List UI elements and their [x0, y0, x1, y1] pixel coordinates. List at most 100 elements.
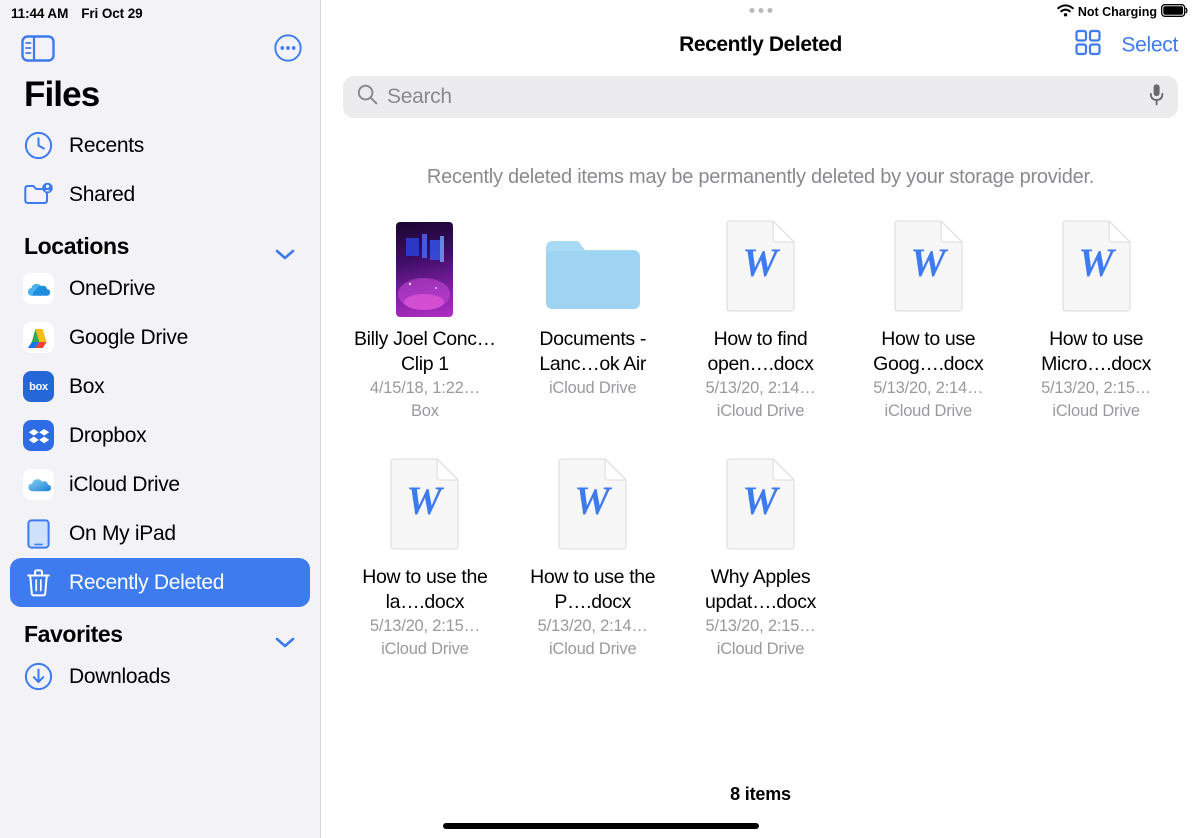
sidebar-item-label: iCloud Drive [69, 472, 180, 496]
word-document-icon: W [725, 219, 796, 317]
sidebar-top-list: Recents Shared [0, 121, 320, 219]
sidebar-item-on-my-ipad[interactable]: On My iPad [10, 509, 310, 558]
file-item[interactable]: W How to find open….docx 5/13/20, 2:14… … [677, 213, 845, 423]
sidebar-item-label: Recents [69, 133, 144, 157]
word-document-icon: W [725, 457, 796, 555]
file-date: 4/15/18, 1:22… [369, 379, 480, 397]
search-bar[interactable]: Search [343, 76, 1178, 118]
microphone-icon[interactable] [1149, 83, 1164, 111]
file-grid: Billy Joel Conc…Clip 1 4/15/18, 1:22… Bo… [321, 189, 1200, 661]
main-toolbar: Recently Deleted Select [321, 22, 1200, 68]
svg-text:W: W [742, 240, 780, 285]
search-icon [357, 84, 378, 110]
sidebar-toolbar [0, 21, 320, 65]
file-thumbnail [396, 213, 454, 317]
file-source: iCloud Drive [1052, 402, 1140, 420]
file-item[interactable]: Billy Joel Conc…Clip 1 4/15/18, 1:22… Bo… [341, 213, 509, 423]
word-document-icon: W [893, 219, 964, 317]
wifi-icon [1057, 4, 1074, 20]
onedrive-icon [22, 272, 55, 305]
sidebar-favorites-list: Downloads [0, 652, 320, 701]
file-thumbnail [544, 213, 642, 317]
file-name: Why Apples updat….docx [704, 566, 817, 613]
video-thumbnail [396, 222, 454, 317]
battery-status-label: Not Charging [1077, 5, 1157, 19]
sidebar-item-label: Downloads [69, 664, 171, 688]
sidebar-item-onedrive[interactable]: OneDrive [10, 264, 310, 313]
clock-icon [22, 129, 55, 162]
battery-icon [1161, 4, 1188, 20]
file-date: 5/13/20, 2:14… [705, 379, 816, 397]
sidebar-item-recently-deleted[interactable]: Recently Deleted [10, 558, 310, 607]
toolbar-actions: Select [1075, 29, 1178, 61]
file-name: Documents - Lanc…ok Air [539, 328, 647, 375]
sidebar-section-locations[interactable]: Locations [0, 219, 320, 264]
sidebar-item-google-drive[interactable]: Google Drive [10, 313, 310, 362]
file-name: How to use the la….docx [362, 566, 488, 613]
main-page-title: Recently Deleted [679, 33, 842, 56]
word-document-icon: W [1061, 219, 1132, 317]
file-source: iCloud Drive [381, 640, 469, 658]
sidebar-section-favorites[interactable]: Favorites [0, 607, 320, 652]
sidebar-item-label: Dropbox [69, 423, 147, 447]
search-input[interactable]: Search [387, 85, 1140, 109]
file-date: 5/13/20, 2:15… [1041, 379, 1152, 397]
file-source: iCloud Drive [548, 640, 637, 658]
status-date: Fri Oct 29 [81, 6, 143, 21]
grid-view-icon[interactable] [1075, 29, 1102, 61]
file-item[interactable]: W How to use the la….docx 5/13/20, 2:15…… [341, 451, 509, 661]
file-item[interactable]: W How to use Micro….docx 5/13/20, 2:15… … [1012, 213, 1180, 423]
sidebar-item-label: On My iPad [69, 521, 176, 545]
sidebar-item-box[interactable]: box Box [10, 362, 310, 411]
svg-text:W: W [910, 240, 948, 285]
file-date: 5/13/20, 2:15… [369, 617, 480, 635]
folder-icon [544, 236, 642, 317]
main-content: Not Charging Recently Deleted Select Sea… [321, 0, 1200, 838]
file-date: 5/13/20, 2:14… [537, 617, 648, 635]
file-name: How to use Goog….docx [873, 328, 984, 375]
section-title: Favorites [24, 621, 123, 647]
page-title: Files [24, 75, 100, 114]
download-circle-icon [22, 660, 55, 693]
status-bar-left: 11:44 AM Fri Oct 29 [0, 0, 320, 21]
file-source: iCloud Drive [884, 402, 973, 420]
sidebar-item-icloud-drive[interactable]: iCloud Drive [10, 460, 310, 509]
trash-icon [22, 566, 55, 599]
svg-text:W: W [742, 478, 780, 523]
sidebar-locations-list: OneDrive Google Drive box Box Dropbox iC… [0, 264, 320, 607]
file-name: Billy Joel Conc…Clip 1 [354, 328, 496, 375]
home-indicator[interactable] [443, 823, 759, 829]
file-item[interactable]: W Why Apples updat….docx 5/13/20, 2:15… … [677, 451, 845, 661]
status-bar-right: Not Charging [1057, 4, 1188, 20]
ipad-files-app: 11:44 AM Fri Oct 29 Files Recents Shared… [0, 0, 1200, 838]
deleted-items-notice: Recently deleted items may be permanentl… [426, 166, 1095, 188]
file-name: How to use the P….docx [530, 566, 656, 613]
sidebar-item-label: Shared [69, 182, 135, 206]
sidebar-item-shared[interactable]: Shared [10, 170, 310, 219]
box-icon: box [22, 370, 55, 403]
sidebar-item-label: OneDrive [69, 276, 156, 300]
file-item-empty [844, 451, 1012, 661]
status-time: 11:44 AM [11, 6, 69, 21]
file-source: iCloud Drive [716, 640, 805, 658]
ellipsis-circle-icon[interactable] [274, 34, 302, 62]
sidebar-toggle-icon[interactable] [21, 34, 55, 62]
file-item[interactable]: W How to use Goog….docx 5/13/20, 2:14… i… [844, 213, 1012, 423]
sidebar-item-dropbox[interactable]: Dropbox [10, 411, 310, 460]
sidebar-item-downloads[interactable]: Downloads [10, 652, 310, 701]
section-title: Locations [24, 233, 130, 259]
select-button[interactable]: Select [1121, 33, 1178, 57]
file-item[interactable]: W How to use the P….docx 5/13/20, 2:14… … [509, 451, 677, 661]
sidebar-item-label: Google Drive [69, 325, 188, 349]
word-document-icon: W [389, 457, 460, 555]
file-date: iCloud Drive [548, 379, 637, 397]
chevron-down-icon[interactable] [274, 240, 296, 259]
sidebar-item-recents[interactable]: Recents [10, 121, 310, 170]
chevron-down-icon[interactable] [274, 628, 296, 647]
window-grabber[interactable] [749, 8, 772, 13]
google-drive-icon [22, 321, 55, 354]
svg-text:W: W [407, 478, 445, 523]
word-document-icon: W [557, 457, 628, 555]
dropbox-icon [22, 419, 55, 452]
file-item[interactable]: Documents - Lanc…ok Air iCloud Drive [509, 213, 677, 423]
